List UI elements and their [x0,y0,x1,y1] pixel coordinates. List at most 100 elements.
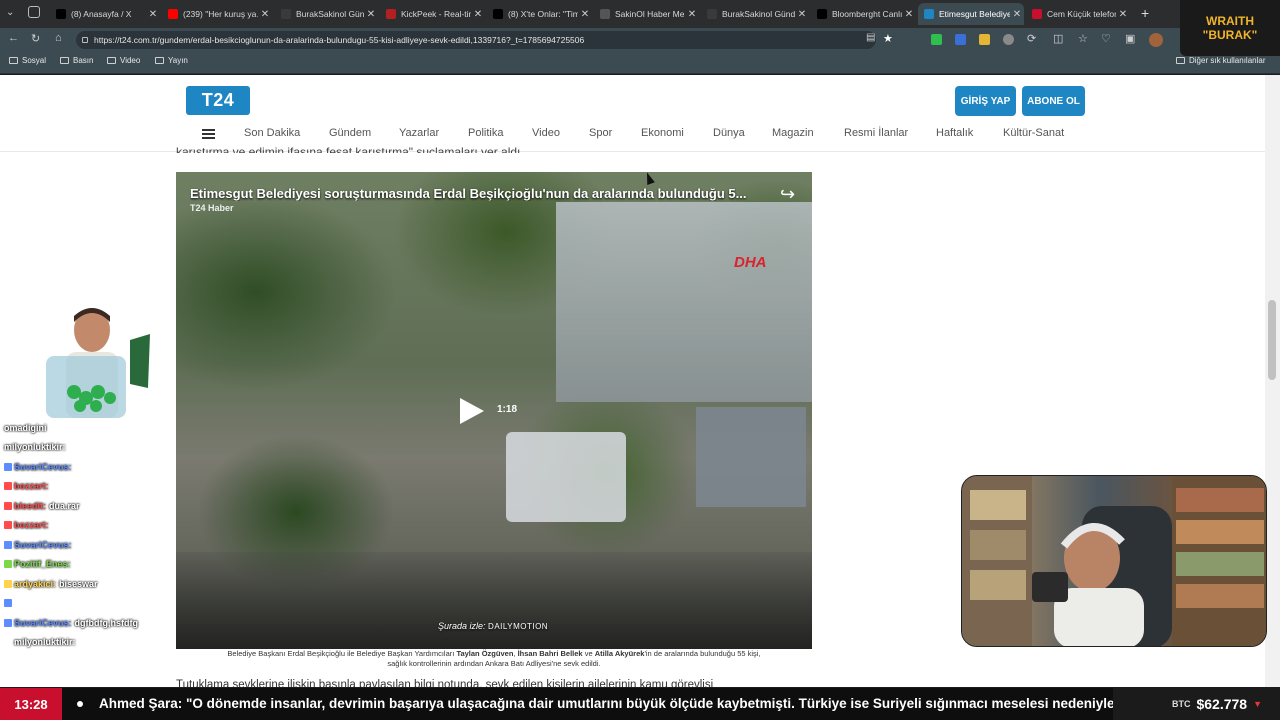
nav-dunya[interactable]: Dünya [713,127,745,139]
chat-username: milyonluktikir: [4,442,66,453]
share-icon[interactable]: ↪ [780,184,795,205]
tab-title: Bloomberght Canlı… [832,9,902,19]
folder-icon [1176,57,1185,64]
chat-message: omadigini [4,418,154,438]
close-tab-icon[interactable]: ✕ [795,9,809,20]
close-tab-icon[interactable]: ✕ [258,9,272,20]
browser-tab[interactable]: (8) X'te Onlar: "Tim…✕ [487,3,592,25]
reload-icon[interactable]: ↻ [31,32,40,45]
browser-tab[interactable]: BurakSakinol Günde…✕ [701,3,809,25]
bookmark-label: Diğer sık kullanılanlar [1189,56,1266,65]
address-bar[interactable]: https://t24.com.tr/gundem/erdal-besikcio… [76,31,876,49]
bookmark-folder-yayin[interactable]: Yayın [155,56,188,65]
video-title[interactable]: Etimesgut Belediyesi soruşturmasında Erd… [190,186,760,201]
nav-son-dakika[interactable]: Son Dakika [244,127,300,139]
t24-logo[interactable]: T24 [186,86,250,115]
close-tab-icon[interactable]: ✕ [1010,9,1024,20]
nav-kultur-sanat[interactable]: Kültür-Sanat [1003,127,1064,139]
article-paragraph: Tutuklama sevklerine ilişkin basınla pay… [176,679,714,687]
page-scrollbar[interactable] [1265,75,1280,687]
close-tab-icon[interactable]: ✕ [471,9,485,20]
chat-text: dgfbdfg,hsfdfg [74,617,139,628]
kickpeek-icon [386,9,396,19]
nav-spor[interactable]: Spor [589,127,612,139]
video-caption: Belediye Başkanı Erdal Beşikçioğlu ile B… [176,649,812,669]
video-source[interactable]: T24 Haber [190,203,234,213]
chat-badge-icon [4,599,12,608]
tab-title: (8) Anasayfa / X [71,9,132,19]
watch-on-dailymotion-link[interactable]: Şurada izle: DAILYMOTION [438,621,548,631]
nav-politika[interactable]: Politika [468,127,503,139]
close-tab-icon[interactable]: ✕ [578,9,592,20]
folder-icon [155,57,164,64]
btc-trend-down-icon: ▼ [1253,699,1262,709]
split-screen-icon[interactable]: ◫ [1053,32,1063,45]
nav-magazin[interactable]: Magazin [772,127,814,139]
chat-username: bozzart: [14,481,49,492]
translate-extension-icon[interactable] [955,34,966,45]
tab-search-icon[interactable]: ⌄ [6,7,14,18]
bookmark-folder-video[interactable]: Video [107,56,140,65]
subscribe-button[interactable]: ABONE OL [1022,86,1085,116]
browser-tab[interactable]: (239) "Her kuruş ya… ✕ [162,3,272,25]
play-icon[interactable] [460,398,484,424]
chat-message [4,594,154,614]
x-logo-icon [493,9,503,19]
btc-price-widget: BTC $62.778 ▼ [1113,688,1280,720]
back-icon[interactable]: ← [8,32,19,44]
chat-username: SuvariCevus: [14,617,72,628]
browser-tab[interactable]: SakinOl Haber Merk…✕ [594,3,699,25]
tab-title: (8) X'te Onlar: "Tim… [508,9,578,19]
nav-resmi-ilanlar[interactable]: Resmi İlanlar [844,127,908,139]
extension-icon[interactable] [979,34,990,45]
browser-tab[interactable]: Cem Küçük telefon…✕ [1026,3,1130,25]
login-button[interactable]: GİRİŞ YAP [955,86,1016,116]
other-bookmarks-folder[interactable]: Diğer sık kullanılanlar [1176,56,1265,65]
nav-gundem[interactable]: Gündem [329,127,371,139]
profile-avatar[interactable] [1149,33,1163,47]
nav-video[interactable]: Video [532,127,560,139]
x-logo-icon [56,9,66,19]
close-tab-icon[interactable]: ✕ [146,9,160,20]
streamer-cutout-image [46,308,150,418]
browser-tab[interactable]: Bloomberght Canlı…✕ [811,3,916,25]
chat-badge-icon [4,560,12,569]
reader-icon[interactable]: ▤ [866,32,875,43]
browser-essentials-icon[interactable]: ♡ [1101,32,1111,45]
browser-tab[interactable]: Etimesgut Belediye…✕ [918,3,1024,25]
close-tab-icon[interactable]: ✕ [685,9,699,20]
chat-badge-icon [4,618,12,627]
nav-haftalik[interactable]: Haftalık [936,127,973,139]
bookmarks-bar [0,52,1280,74]
favorites-icon[interactable]: ☆ [1078,32,1088,45]
bookmark-label: Video [120,56,141,65]
home-icon[interactable]: ⌂ [55,32,62,44]
workspaces-icon[interactable] [28,6,40,18]
collections-icon[interactable]: ▣ [1125,32,1135,45]
browser-tab[interactable]: (8) Anasayfa / X ✕ [50,3,160,25]
new-tab-icon[interactable]: + [1141,5,1149,21]
favorite-star-icon[interactable]: ★ [883,32,893,45]
refresh-extension-icon[interactable]: ⟳ [1027,32,1036,45]
video-player[interactable]: DHA Etimesgut Belediyesi soruşturmasında… [176,172,812,649]
bookmark-folder-sosyal[interactable]: Sosyal [9,56,46,65]
tab-title: Etimesgut Belediye… [939,9,1010,19]
browser-tab[interactable]: KickPeek - Real-time…✕ [380,3,485,25]
chat-username: SuvariCevus: [14,461,72,472]
close-tab-icon[interactable]: ✕ [1116,9,1130,20]
extension-icon[interactable] [1003,34,1014,45]
webcam-feed [961,475,1267,647]
ticker-clock: 13:28 [0,688,62,720]
hamburger-menu-icon[interactable] [202,129,215,139]
extension-icon[interactable] [931,34,942,45]
btc-value: $62.778 [1196,696,1248,712]
video-frame-crowd [176,552,812,649]
nav-ekonomi[interactable]: Ekonomi [641,127,684,139]
dailymotion-logo: DAILYMOTION [488,622,549,631]
nav-yazarlar[interactable]: Yazarlar [399,127,439,139]
scrollbar-thumb[interactable] [1268,300,1276,380]
close-tab-icon[interactable]: ✕ [902,9,916,20]
browser-tab[interactable]: BurakSakinol Günde…✕ [275,3,378,25]
close-tab-icon[interactable]: ✕ [364,9,378,20]
bookmark-folder-basin[interactable]: Basın [60,56,93,65]
